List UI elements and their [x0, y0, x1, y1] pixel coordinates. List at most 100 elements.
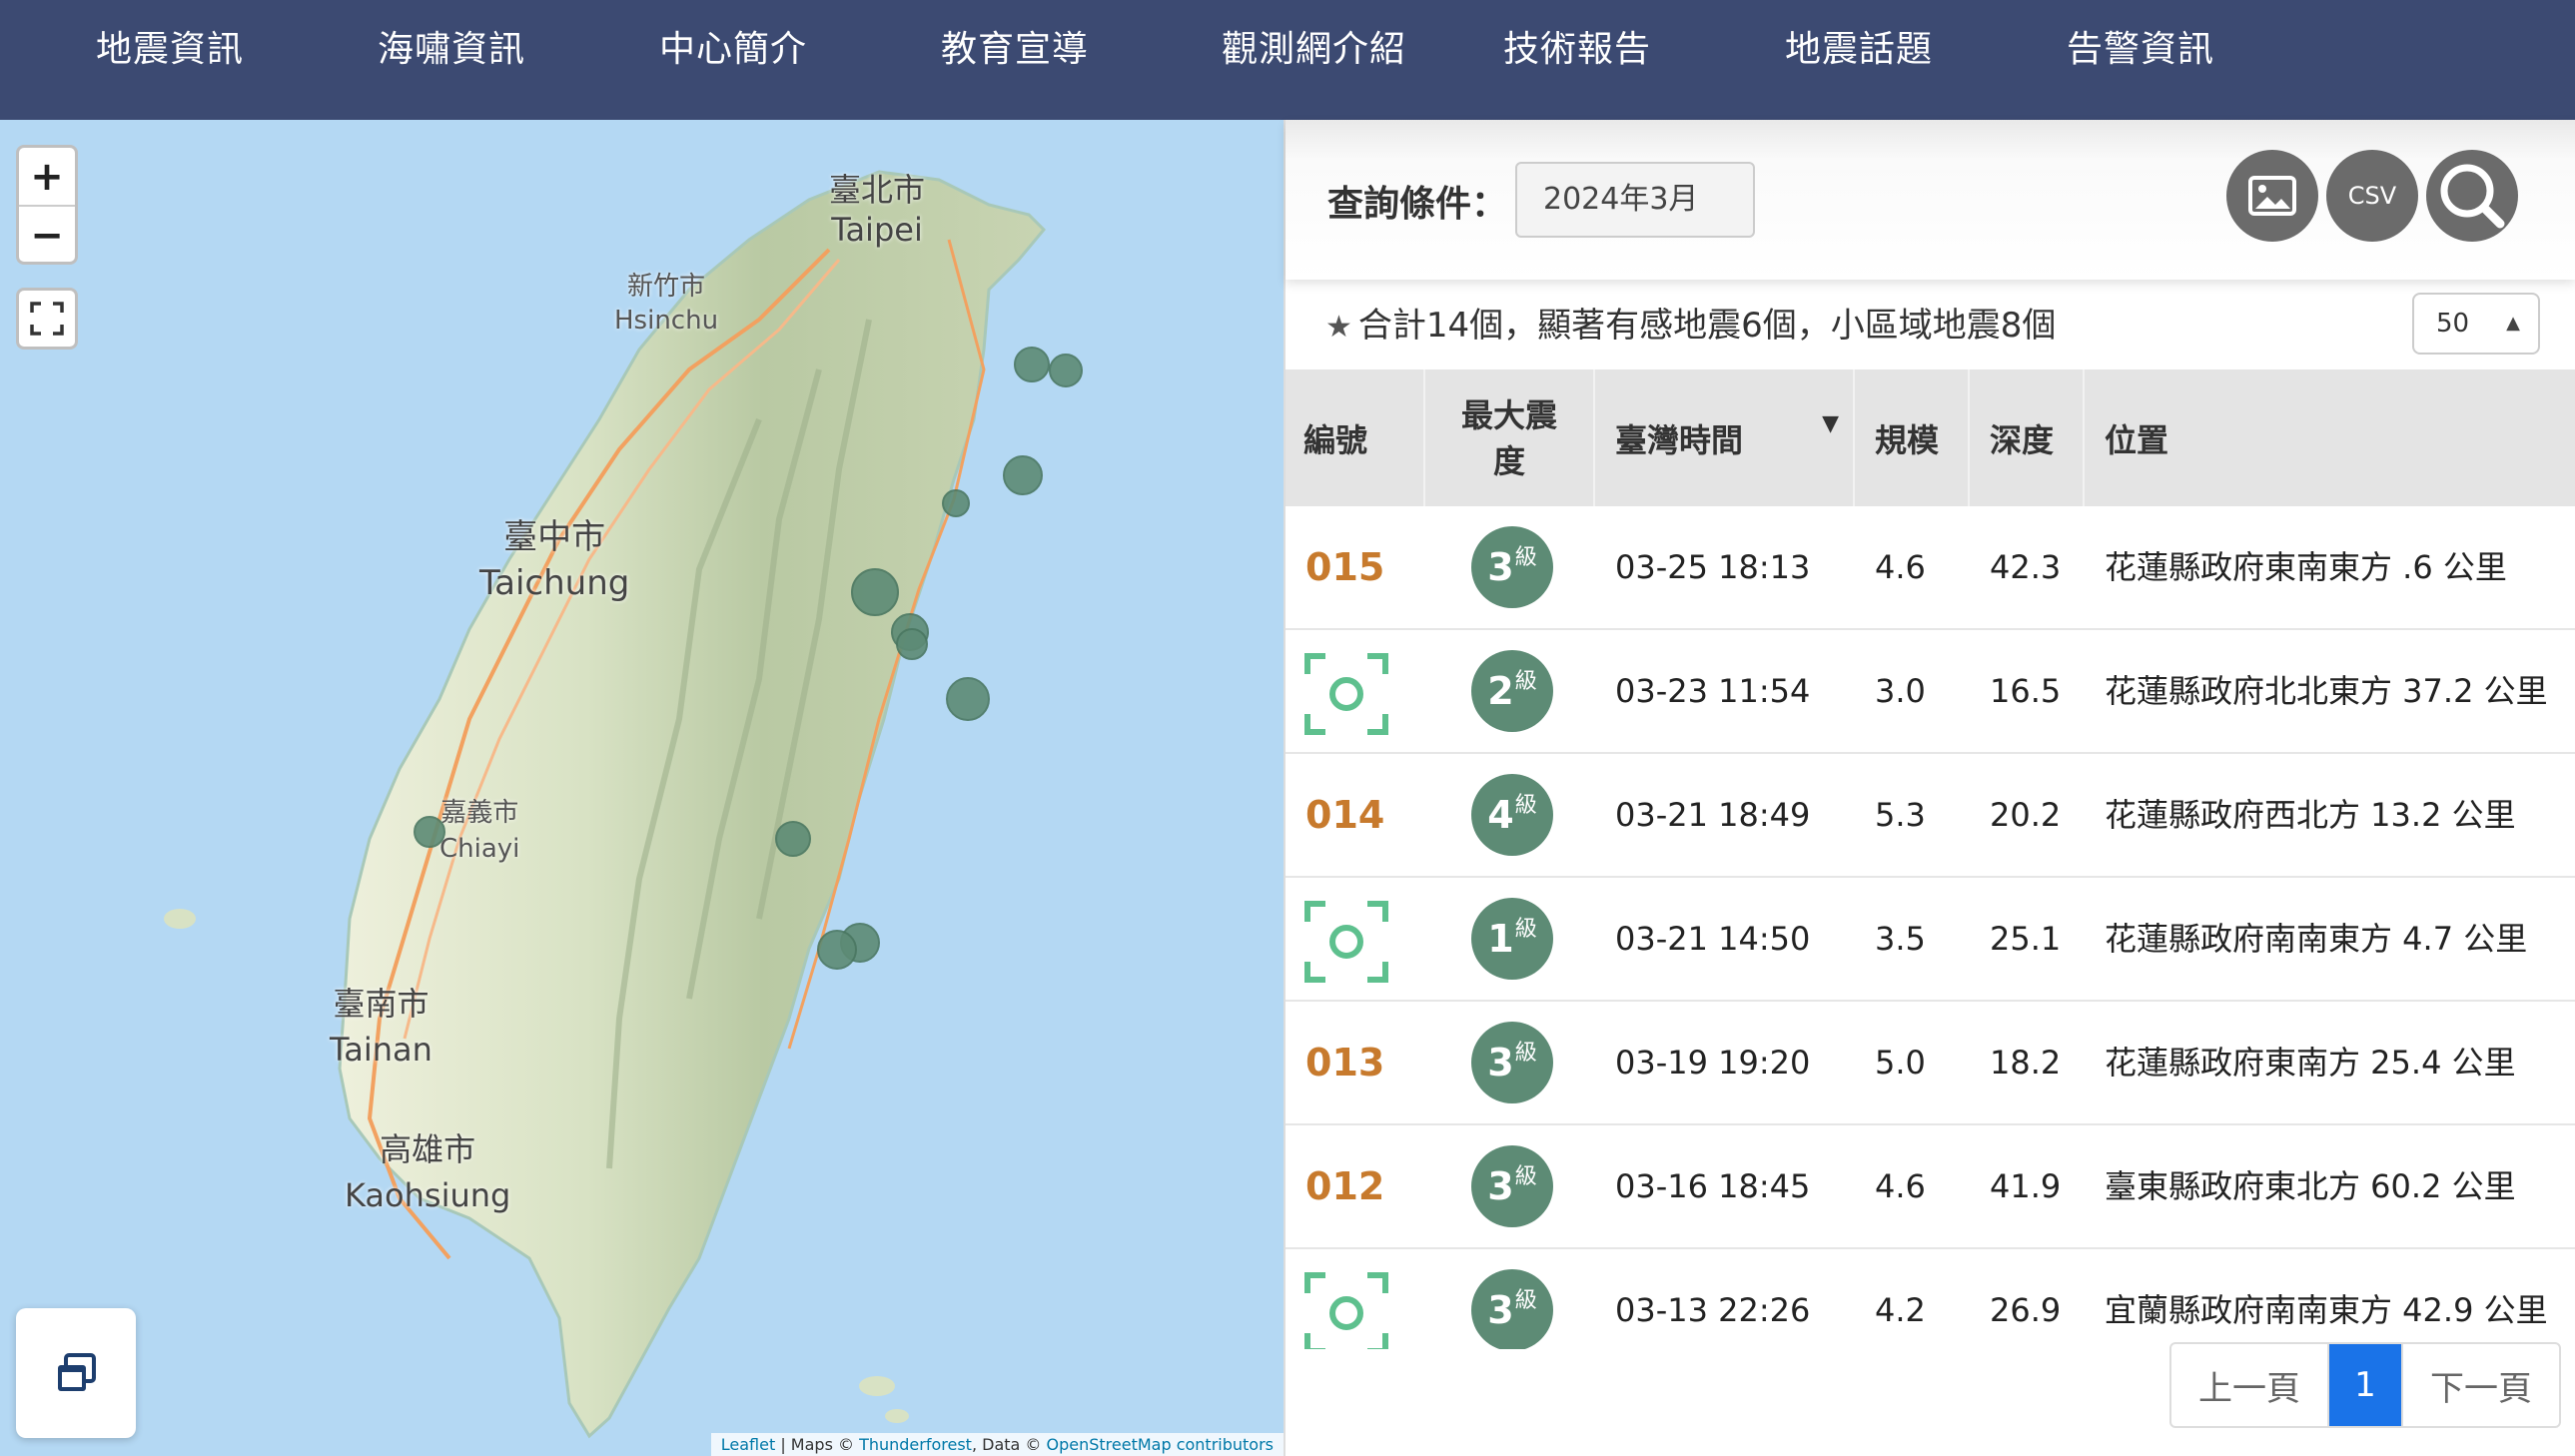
zoom-in-button[interactable]: + [19, 148, 75, 205]
nav-item-alert-info[interactable]: 告警資訊 [2067, 0, 2214, 100]
city-label-taipei: 臺北市 Taipei [829, 171, 926, 249]
quake-depth: 20.2 [1990, 796, 2062, 834]
top-navigation: 地震資訊 海嘯資訊 中心簡介 教育宣導 觀測網介紹 技術報告 地震話題 告警資訊 [0, 0, 2575, 120]
query-date-input[interactable]: 2024年3月 [1515, 162, 1755, 238]
image-export-button[interactable] [2226, 150, 2318, 242]
quake-location: 花蓮縣政府南南東方 4.7 公里 [2105, 920, 2528, 958]
search-button[interactable] [2426, 150, 2518, 242]
epicenter-marker[interactable] [946, 677, 990, 721]
table-row[interactable]: 1級 03-21 14:50 3.5 25.1 花蓮縣政府南南東方 4.7 公里 [1286, 878, 2575, 1002]
column-header-magnitude[interactable]: 規模 [1855, 369, 1970, 506]
pagination: 上一頁 1 下一頁 [2169, 1342, 2561, 1428]
quake-location: 臺東縣政府東北方 60.2 公里 [2105, 1167, 2516, 1205]
intensity-badge: 3級 [1471, 1269, 1553, 1349]
quake-location: 宜蘭縣政府南南東方 42.9 公里 [2105, 1291, 2548, 1329]
focus-target-icon[interactable] [1303, 1271, 1389, 1349]
nav-item-center-intro[interactable]: 中心簡介 [659, 0, 807, 100]
nav-item-earthquake-topics[interactable]: 地震話題 [1785, 0, 1933, 100]
column-header-intensity[interactable]: 最大震度 [1425, 369, 1595, 506]
epicenter-marker[interactable] [817, 930, 857, 970]
intensity-badge: 3級 [1471, 1145, 1553, 1227]
city-label-kaohsiung: 高雄市 Kaohsiung [345, 1130, 511, 1214]
current-page-button[interactable]: 1 [2329, 1344, 2401, 1426]
star-icon: ★ [1325, 310, 1352, 345]
page-size-select[interactable]: 50 ▲ [2412, 293, 2540, 355]
intensity-badge: 4級 [1471, 774, 1553, 856]
report-number[interactable]: 013 [1305, 1002, 1384, 1123]
summary-text: 合計14個，顯著有感地震6個，小區域地震8個 [1357, 306, 2057, 346]
table-row[interactable]: 3級 03-13 22:26 4.2 26.9 宜蘭縣政府南南東方 42.9 公… [1286, 1249, 2575, 1349]
quake-time: 03-21 14:50 [1615, 920, 1811, 958]
focus-target-icon[interactable] [1303, 900, 1389, 984]
fullscreen-button[interactable] [16, 288, 78, 350]
table-row[interactable]: 012 3級 03-16 18:45 4.6 41.9 臺東縣政府東北方 60.… [1286, 1125, 2575, 1249]
quake-magnitude: 3.0 [1875, 672, 1926, 710]
leaflet-link[interactable]: Leaflet [721, 1435, 775, 1454]
thunderforest-link[interactable]: Thunderforest [859, 1435, 972, 1454]
city-label-hsinchu: 新竹市 Hsinchu [614, 272, 719, 336]
city-label-chiayi: 嘉義市 Chiayi [439, 798, 520, 864]
epicenter-marker[interactable] [1049, 354, 1083, 387]
report-number[interactable]: 014 [1305, 754, 1384, 876]
epicenter-marker[interactable] [1014, 347, 1050, 382]
report-number[interactable]: 012 [1305, 1125, 1384, 1247]
intensity-badge: 3級 [1471, 526, 1553, 608]
nav-item-earthquake-info[interactable]: 地震資訊 [96, 0, 244, 100]
next-page-button[interactable]: 下一頁 [2401, 1344, 2559, 1426]
table-header: 編號 最大震度 臺灣時間 ▼ 規模 深度 位置 [1286, 369, 2575, 506]
column-header-time[interactable]: 臺灣時間 ▼ [1595, 369, 1855, 506]
table-row[interactable]: 015 3級 03-25 18:13 4.6 42.3 花蓮縣政府東南東方 .6… [1286, 506, 2575, 630]
epicenter-marker[interactable] [942, 489, 970, 517]
quake-depth: 26.9 [1990, 1291, 2062, 1329]
quake-time: 03-13 22:26 [1615, 1291, 1811, 1329]
table-row[interactable]: 013 3級 03-19 19:20 5.0 18.2 花蓮縣政府東南方 25.… [1286, 1002, 2575, 1125]
csv-export-button[interactable]: CSV [2326, 150, 2418, 242]
quake-depth: 25.1 [1990, 920, 2062, 958]
column-header-location[interactable]: 位置 [2085, 369, 2575, 506]
quake-magnitude: 5.0 [1875, 1044, 1926, 1082]
previous-page-button[interactable]: 上一頁 [2171, 1344, 2329, 1426]
focus-target-icon[interactable] [1303, 652, 1389, 736]
column-header-id[interactable]: 編號 [1286, 369, 1425, 506]
nav-item-tsunami-info[interactable]: 海嘯資訊 [378, 0, 525, 100]
zoom-out-button[interactable]: − [19, 205, 75, 262]
result-summary: ★ 合計14個，顯著有感地震6個，小區域地震8個 [1325, 298, 2056, 347]
map-attribution: Leaflet | Maps © Thunderforest, Data © O… [710, 1433, 1284, 1456]
nav-item-network-intro[interactable]: 觀測網介紹 [1222, 0, 1406, 100]
quake-magnitude: 5.3 [1875, 796, 1926, 834]
nav-item-technical-reports[interactable]: 技術報告 [1503, 0, 1651, 100]
windows-stack-icon [58, 1353, 96, 1391]
nav-item-education[interactable]: 教育宣導 [941, 0, 1089, 100]
epicenter-marker[interactable] [851, 568, 899, 616]
quake-time: 03-25 18:13 [1615, 548, 1811, 586]
column-header-depth[interactable]: 深度 [1970, 369, 2085, 506]
quake-location: 花蓮縣政府西北方 13.2 公里 [2105, 796, 2516, 834]
report-number[interactable]: 015 [1305, 506, 1384, 628]
table-row[interactable]: 2級 03-23 11:54 3.0 16.5 花蓮縣政府北北東方 37.2 公… [1286, 630, 2575, 754]
quake-depth: 18.2 [1990, 1044, 2062, 1082]
quake-magnitude: 4.2 [1875, 1291, 1926, 1329]
quake-magnitude: 3.5 [1875, 920, 1926, 958]
osm-link[interactable]: OpenStreetMap contributors [1047, 1435, 1275, 1454]
quake-location: 花蓮縣政府東南方 25.4 公里 [2105, 1044, 2516, 1082]
quake-magnitude: 4.6 [1875, 548, 1926, 586]
intensity-badge: 3級 [1471, 1022, 1553, 1103]
epicenter-marker[interactable] [896, 628, 928, 660]
intensity-badge: 1級 [1471, 898, 1553, 980]
epicenter-marker[interactable] [414, 816, 445, 848]
fullscreen-icon [30, 302, 64, 336]
epicenter-marker[interactable] [1003, 455, 1043, 495]
epicenter-marker[interactable] [775, 821, 811, 857]
quake-location: 花蓮縣政府北北東方 37.2 公里 [2105, 672, 2548, 710]
quake-time: 03-23 11:54 [1615, 672, 1811, 710]
sort-desc-icon: ▼ [1822, 411, 1839, 436]
query-label: 查詢條件： [1327, 184, 1508, 225]
layers-toggle-button[interactable] [16, 1308, 136, 1438]
intensity-badge: 2級 [1471, 650, 1553, 732]
table-row[interactable]: 014 4級 03-21 18:49 5.3 20.2 花蓮縣政府西北方 13.… [1286, 754, 2575, 878]
image-icon [2248, 176, 2296, 216]
quake-depth: 16.5 [1990, 672, 2062, 710]
quake-time: 03-21 18:49 [1615, 796, 1811, 834]
earthquake-list-panel: 查詢條件： 2024年3月 CSV ★ 合計14個，顯著有感地震6個，小區域地震8… [1284, 120, 2575, 1456]
earthquake-map[interactable]: 臺北市 Taipei 新竹市 Hsinchu 臺中市 Taichung 嘉義市 Chia… [0, 120, 1284, 1456]
